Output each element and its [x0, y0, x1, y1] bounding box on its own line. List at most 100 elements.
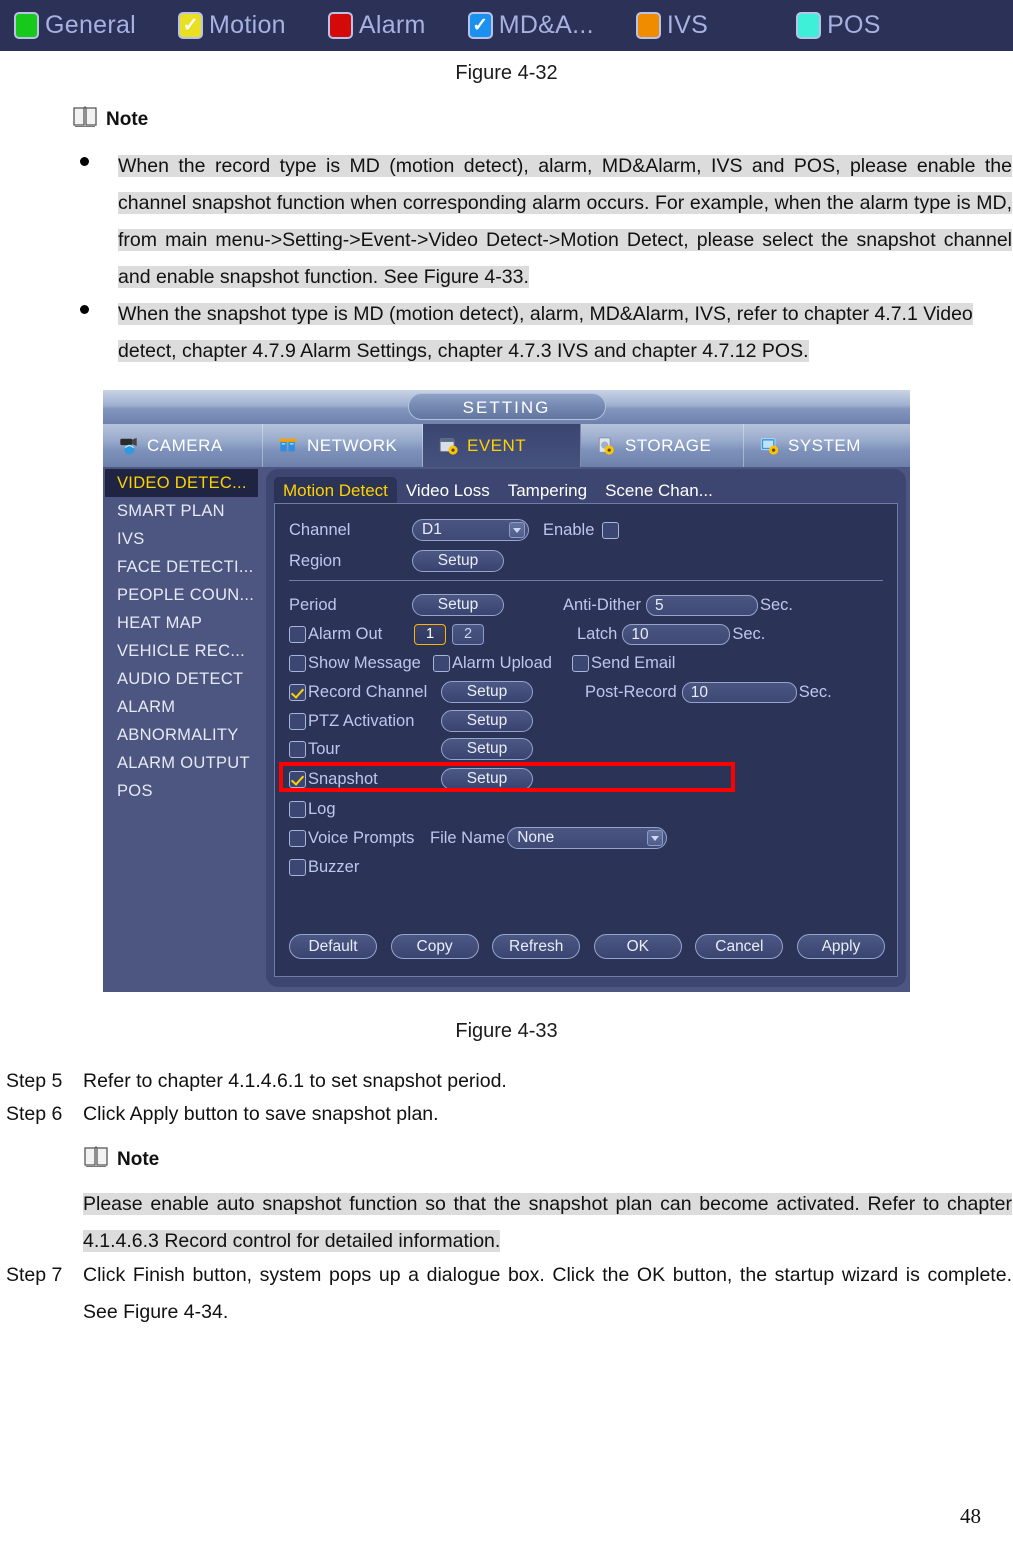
- tab-camera[interactable]: CAMERA: [103, 424, 263, 467]
- region-row: Region Setup: [289, 548, 504, 574]
- cancel-button[interactable]: Cancel: [695, 934, 784, 959]
- step-7-row: Step 7 Click Finish button, system pops …: [6, 1257, 1012, 1331]
- tab-system[interactable]: SYSTEM: [744, 424, 904, 467]
- main-tab-bar: CAMERA NETWORK EVENT STORAGE SYSTEM: [103, 424, 910, 468]
- post-record-input[interactable]: 10: [681, 681, 797, 703]
- log-checkbox[interactable]: [289, 800, 306, 818]
- tab-label-camera: CAMERA: [147, 435, 223, 455]
- voice-prompts-checkbox[interactable]: [289, 829, 306, 847]
- legend-item-motion[interactable]: ✓ Motion: [178, 11, 286, 40]
- legend-item-pos[interactable]: POS: [796, 11, 881, 40]
- alarm-out-row: Alarm Out 1 2 Latch 10 Sec.: [289, 621, 765, 647]
- check-icon: ✓: [472, 15, 489, 36]
- post-record-label: Post-Record: [585, 682, 677, 701]
- panel-tab-tampering[interactable]: Tampering: [499, 477, 596, 505]
- latch-input[interactable]: 10: [622, 623, 731, 645]
- ivs-color-swatch[interactable]: [635, 12, 661, 39]
- ptz-activation-setup-button[interactable]: Setup: [441, 710, 533, 732]
- snapshot-setup-button[interactable]: Setup: [441, 768, 533, 790]
- snapshot-checkbox[interactable]: [289, 770, 306, 788]
- ptz-activation-checkbox[interactable]: [289, 712, 306, 730]
- default-button[interactable]: Default: [289, 934, 377, 959]
- figure-caption-4-33: Figure 4-33: [455, 1020, 558, 1042]
- alarm-out-port-2[interactable]: 2: [452, 623, 484, 645]
- alarm-upload-label: Alarm Upload: [452, 653, 552, 672]
- step-6-label: Step 6: [6, 1103, 63, 1125]
- legend-item-alarm[interactable]: Alarm: [327, 11, 426, 40]
- tab-label-system: SYSTEM: [788, 435, 861, 455]
- legend-item-ivs[interactable]: IVS: [635, 11, 709, 40]
- chevron-down-icon[interactable]: [647, 830, 664, 846]
- md-and-alarm-color-swatch[interactable]: ✓: [467, 12, 493, 39]
- step-5-row: Step 5 Refer to chapter 4.1.4.6.1 to set…: [6, 1063, 1006, 1100]
- region-setup-button[interactable]: Setup: [412, 550, 504, 572]
- list-item: When the record type is MD (motion detec…: [80, 148, 1012, 296]
- show-message-label: Show Message: [308, 653, 421, 672]
- step-6-row: Step 6 Click Apply button to save snapsh…: [6, 1096, 1006, 1133]
- sidebar-item-ivs[interactable]: IVS: [105, 525, 258, 553]
- sidebar-item-audio-detect[interactable]: AUDIO DETECT: [105, 665, 258, 693]
- record-channel-setup-button[interactable]: Setup: [441, 681, 533, 703]
- alarm-out-checkbox[interactable]: [289, 625, 306, 643]
- panel-tab-motion-detect[interactable]: Motion Detect: [274, 477, 397, 505]
- buzzer-row: Buzzer: [289, 854, 359, 880]
- file-name-select[interactable]: None: [507, 827, 668, 849]
- apply-button[interactable]: Apply: [796, 934, 885, 959]
- sidebar-item-people-counting[interactable]: PEOPLE COUN...: [105, 581, 258, 609]
- legend-label-ivs: IVS: [666, 11, 709, 39]
- tour-checkbox[interactable]: [289, 740, 306, 758]
- sidebar-item-abnormality[interactable]: ABNORMALITY: [105, 721, 258, 749]
- note-bullet-text-1: When the record type is MD (motion detec…: [118, 155, 1012, 288]
- alarm-out-port-1[interactable]: 1: [414, 623, 446, 645]
- show-message-checkbox[interactable]: [289, 654, 306, 672]
- motion-detect-form: Channel D1 Enable Region Setup Period Se…: [274, 503, 898, 977]
- motion-color-swatch[interactable]: ✓: [178, 12, 204, 39]
- sidebar-item-alarm[interactable]: ALARM: [105, 693, 258, 721]
- note-title: Note: [106, 109, 149, 130]
- send-email-label: Send Email: [591, 653, 676, 672]
- alarm-color-swatch[interactable]: [327, 12, 353, 39]
- sidebar-item-smart-plan[interactable]: SMART PLAN: [105, 497, 258, 525]
- ok-button[interactable]: OK: [593, 934, 682, 959]
- snapshot-label: Snapshot: [308, 769, 378, 788]
- panel-tab-scene-change[interactable]: Scene Chan...: [596, 477, 722, 505]
- alarm-upload-checkbox[interactable]: [433, 654, 450, 672]
- step-6-text: Click Apply button to save snapshot plan…: [83, 1103, 439, 1125]
- buzzer-checkbox[interactable]: [289, 858, 306, 876]
- legend-item-md-and-alarm[interactable]: ✓ MD&A...: [467, 11, 594, 40]
- sidebar-item-pos[interactable]: POS: [105, 777, 258, 805]
- copy-button[interactable]: Copy: [390, 934, 479, 959]
- sidebar-item-vehicle-recognition[interactable]: VEHICLE REC...: [105, 637, 258, 665]
- pos-color-swatch[interactable]: [796, 12, 822, 39]
- note-header: Note: [83, 1146, 1012, 1172]
- chevron-down-icon[interactable]: [509, 522, 525, 538]
- show-message-row: Show Message Alarm Upload Send Email: [289, 650, 675, 676]
- file-name-label: File Name: [430, 828, 506, 847]
- legend-item-general[interactable]: General: [14, 11, 136, 40]
- tab-event[interactable]: EVENT: [423, 424, 581, 467]
- sidebar-item-alarm-output[interactable]: ALARM OUTPUT: [105, 749, 258, 777]
- latch-label: Latch: [577, 624, 618, 643]
- general-color-swatch[interactable]: [14, 12, 39, 39]
- panel-tab-video-loss[interactable]: Video Loss: [397, 477, 499, 505]
- channel-row: Channel D1 Enable: [289, 517, 621, 543]
- tour-setup-button[interactable]: Setup: [441, 738, 533, 760]
- channel-select[interactable]: D1: [412, 519, 529, 541]
- post-record-unit: Sec.: [798, 682, 832, 701]
- tab-network[interactable]: NETWORK: [263, 424, 423, 467]
- anti-dither-input[interactable]: 5: [645, 594, 758, 616]
- latch-unit: Sec.: [732, 624, 766, 643]
- send-email-checkbox[interactable]: [572, 654, 589, 672]
- sidebar-item-heat-map[interactable]: HEAT MAP: [105, 609, 258, 637]
- period-setup-button[interactable]: Setup: [412, 594, 504, 616]
- sidebar-item-face-detection[interactable]: FACE DETECTI...: [105, 553, 258, 581]
- refresh-button[interactable]: Refresh: [492, 934, 581, 959]
- log-label: Log: [308, 799, 336, 818]
- record-channel-checkbox[interactable]: [289, 683, 306, 701]
- tab-storage[interactable]: STORAGE: [581, 424, 744, 467]
- sidebar-item-video-detect[interactable]: VIDEO DETEC...: [105, 469, 258, 497]
- enable-checkbox[interactable]: [602, 521, 620, 539]
- network-icon: [279, 438, 297, 451]
- alarm-out-label: Alarm Out: [308, 624, 383, 643]
- ptz-activation-label: PTZ Activation: [308, 711, 415, 730]
